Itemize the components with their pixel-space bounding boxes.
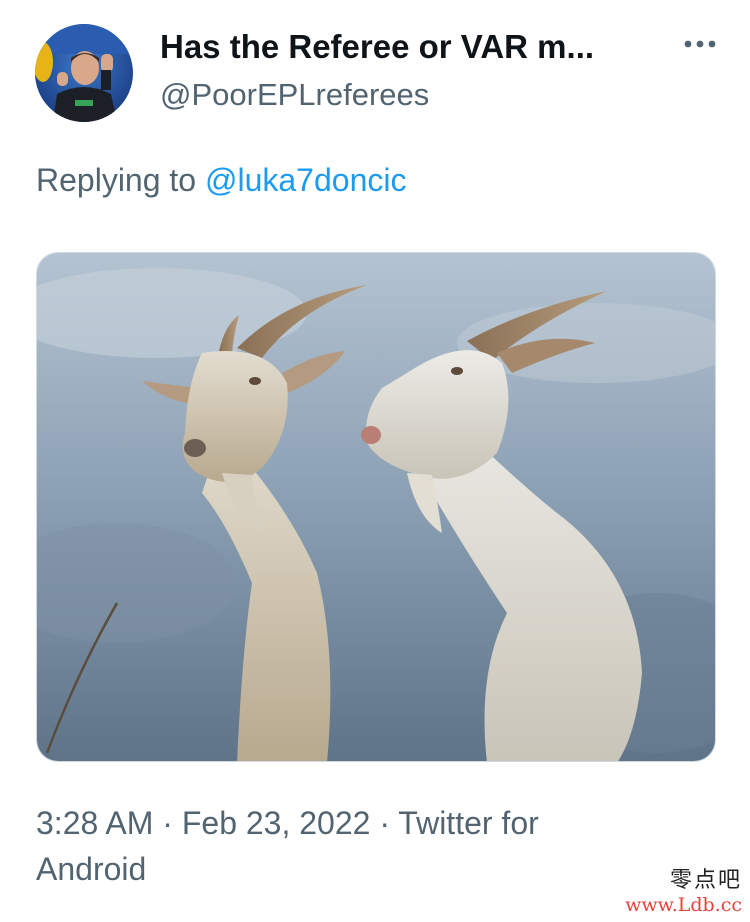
tweet-image[interactable]	[36, 252, 716, 762]
watermark-url: www.Ldb.cc	[625, 894, 742, 916]
mention-link[interactable]: @luka7doncic	[205, 162, 406, 198]
display-name[interactable]: Has the Referee or VAR m...	[160, 28, 594, 66]
more-options-button[interactable]	[680, 26, 720, 62]
tweet-metadata: 3:28 AM · Feb 23, 2022 · Twitter for And…	[36, 800, 656, 892]
replying-to-label: Replying to	[36, 162, 197, 198]
user-handle[interactable]: @PoorEPLreferees	[160, 77, 429, 113]
avatar[interactable]	[35, 24, 133, 122]
separator-dot: ·	[379, 805, 390, 841]
tweet-time[interactable]: 3:28 AM	[36, 805, 153, 841]
tweet-date[interactable]: Feb 23, 2022	[182, 805, 371, 841]
replying-to-line: Replying to @luka7doncic	[36, 162, 406, 199]
more-horizontal-icon	[684, 40, 716, 48]
watermark-chinese: 零点吧	[669, 868, 742, 893]
watermark: 零点吧 www.Ldb.cc	[625, 862, 742, 916]
separator-dot: ·	[162, 805, 173, 841]
